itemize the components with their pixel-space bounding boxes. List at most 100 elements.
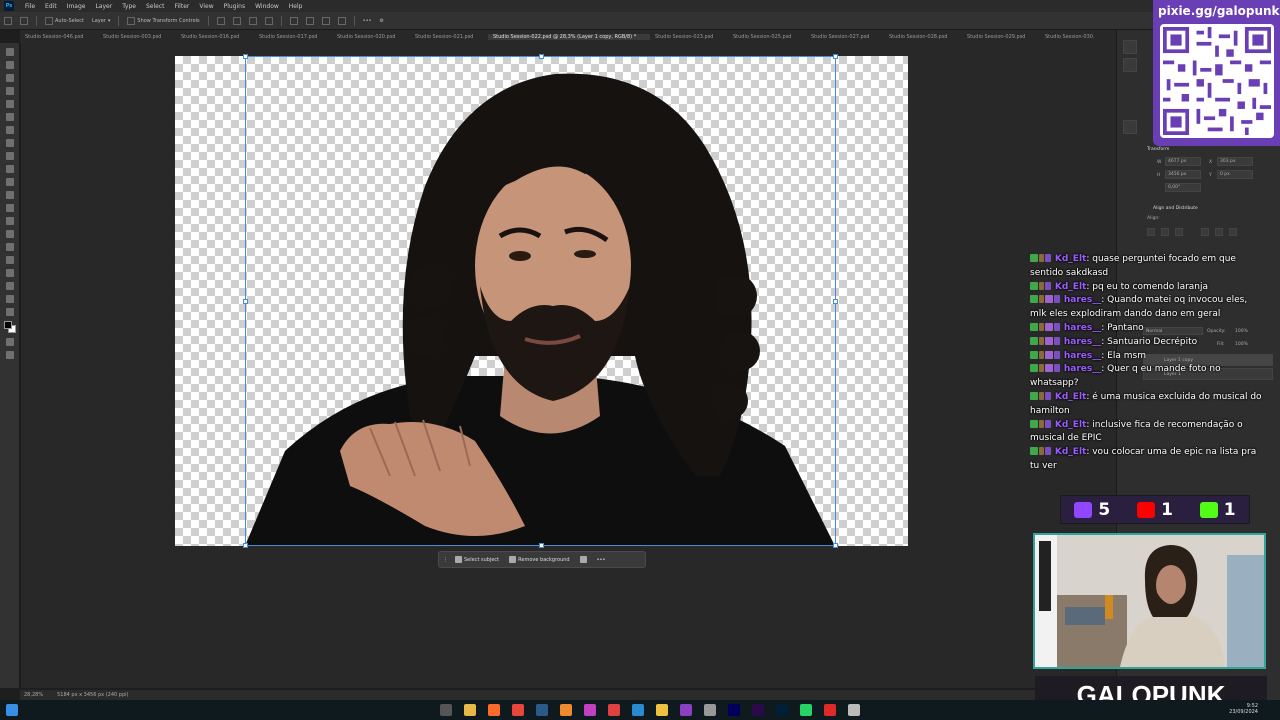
stamp-tool-icon[interactable] (6, 165, 14, 173)
quick-mask-icon[interactable] (6, 338, 14, 346)
app-icon[interactable] (632, 704, 644, 716)
align-middle-icon[interactable] (1215, 228, 1223, 236)
firefox-icon[interactable] (488, 704, 500, 716)
file-explorer-icon[interactable] (464, 704, 476, 716)
auto-select-checkbox[interactable]: Auto-Select (45, 16, 84, 25)
chat-username[interactable]: Kd_Elt (1055, 282, 1086, 292)
brush-tool-icon[interactable] (6, 152, 14, 160)
zoom-tool-icon[interactable] (6, 308, 14, 316)
chat-username[interactable]: hares__ (1064, 323, 1101, 333)
move-tool-icon[interactable] (6, 48, 14, 56)
menu-item-edit[interactable]: Edit (40, 3, 62, 10)
task-view-icon[interactable] (440, 704, 452, 716)
remove-background-button[interactable]: Remove background (506, 556, 572, 563)
path-select-icon[interactable] (6, 269, 14, 277)
more-icon[interactable]: ••• (594, 557, 609, 563)
transform-controls-checkbox[interactable]: Show Transform Controls (127, 16, 200, 25)
menu-item-type[interactable]: Type (117, 3, 141, 10)
tab-document[interactable]: Studio Session-016.psd (176, 34, 254, 40)
tab-document[interactable]: Studio Session-029.psd (962, 34, 1040, 40)
align-center-icon[interactable] (232, 16, 241, 25)
properties-panel-icon[interactable] (1123, 120, 1137, 134)
align-right-icon[interactable] (1175, 228, 1183, 236)
menu-item-image[interactable]: Image (62, 3, 91, 10)
photoshop-logo-icon[interactable]: Ps (4, 1, 14, 11)
history-brush-icon[interactable] (6, 178, 14, 186)
home-icon[interactable] (4, 16, 12, 25)
chat-username[interactable]: hares__ (1064, 351, 1101, 361)
tab-document[interactable]: Studio Session-027.psd (806, 34, 884, 40)
steam-icon[interactable] (536, 704, 548, 716)
tab-document-active[interactable]: Studio Session-022.psd @ 28,3% (Layer 1 … (488, 33, 650, 40)
gradient-tool-icon[interactable] (6, 204, 14, 212)
chat-username[interactable]: Kd_Elt (1055, 420, 1086, 430)
chat-username[interactable]: hares__ (1064, 364, 1101, 374)
tab-document[interactable]: Studio Session-046.psd (20, 34, 98, 40)
chat-username[interactable]: hares__ (1064, 337, 1101, 347)
more-options-icon[interactable]: ••• (363, 18, 372, 24)
tab-document[interactable]: Studio Session-028.psd (884, 34, 962, 40)
swatches-panel-icon[interactable] (1123, 58, 1137, 72)
tab-document[interactable]: Studio Session-021.psd (410, 34, 488, 40)
align-bottom-icon[interactable] (1229, 228, 1237, 236)
tab-document[interactable]: Studio Session-030. (1040, 34, 1118, 40)
chat-username[interactable]: Kd_Elt (1055, 254, 1086, 264)
align-top-icon[interactable] (1201, 228, 1209, 236)
height-field[interactable]: 3456 px (1165, 170, 1201, 179)
after-effects-icon[interactable] (728, 704, 740, 716)
width-field[interactable]: 4677 px (1165, 157, 1201, 166)
system-clock[interactable]: 9:52 23/09/2024 (1229, 703, 1258, 715)
align-top-icon[interactable] (289, 16, 298, 25)
zoom-level[interactable]: 28,28% (24, 692, 43, 698)
chrome-icon[interactable] (512, 704, 524, 716)
color-panel-icon[interactable] (1123, 40, 1137, 54)
app-icon[interactable] (680, 704, 692, 716)
tab-document[interactable]: Studio Session-025.psd (728, 34, 806, 40)
whatsapp-icon[interactable] (800, 704, 812, 716)
select-subject-button[interactable]: Select subject (452, 556, 502, 563)
app-icon[interactable] (824, 704, 836, 716)
screen-mode-icon[interactable] (6, 351, 14, 359)
menu-item-select[interactable]: Select (141, 3, 170, 10)
menu-item-help[interactable]: Help (284, 3, 308, 10)
menu-item-plugins[interactable]: Plugins (219, 3, 251, 10)
blur-tool-icon[interactable] (6, 217, 14, 225)
crop-tool-icon[interactable] (6, 100, 14, 108)
hand-tool-icon[interactable] (6, 295, 14, 303)
y-field[interactable]: 0 px (1217, 170, 1253, 179)
healing-brush-icon[interactable] (6, 139, 14, 147)
document-canvas[interactable] (175, 56, 908, 546)
align-left-icon[interactable] (1147, 228, 1155, 236)
menu-item-view[interactable]: View (194, 3, 218, 10)
tab-document[interactable]: Studio Session-020.psd (332, 34, 410, 40)
menu-item-file[interactable]: File (20, 3, 40, 10)
lasso-tool-icon[interactable] (6, 74, 14, 82)
app-icon[interactable] (656, 704, 668, 716)
windows-start-icon[interactable] (6, 704, 18, 716)
move-tool-icon[interactable] (20, 16, 28, 25)
dodge-tool-icon[interactable] (6, 230, 14, 238)
app-icon[interactable] (704, 704, 716, 716)
x-field[interactable]: 303 px (1217, 157, 1253, 166)
eyedropper-tool-icon[interactable] (6, 126, 14, 134)
align-bottom-icon[interactable] (321, 16, 330, 25)
app-icon[interactable] (584, 704, 596, 716)
tab-document[interactable]: Studio Session-023.psd (650, 34, 728, 40)
align-center-icon[interactable] (1161, 228, 1169, 236)
foreground-color-swatch[interactable] (4, 321, 12, 329)
align-right-icon[interactable] (248, 16, 257, 25)
menu-item-filter[interactable]: Filter (170, 3, 195, 10)
color-swatches[interactable] (4, 321, 16, 333)
photoshop-taskbar-icon[interactable] (776, 704, 788, 716)
chat-username[interactable]: hares__ (1064, 295, 1101, 305)
type-tool-icon[interactable] (6, 256, 14, 264)
align-left-icon[interactable] (216, 16, 225, 25)
settings-icon[interactable] (848, 704, 860, 716)
distribute-vertical-icon[interactable] (337, 16, 346, 25)
distribute-icon[interactable] (264, 16, 273, 25)
chat-username[interactable]: Kd_Elt (1055, 392, 1086, 402)
tab-document[interactable]: Studio Session-017.psd (254, 34, 332, 40)
gear-icon[interactable]: ⚙ (380, 18, 384, 24)
frame-tool-icon[interactable] (6, 113, 14, 121)
angle-field[interactable]: 0,00° (1165, 183, 1201, 192)
